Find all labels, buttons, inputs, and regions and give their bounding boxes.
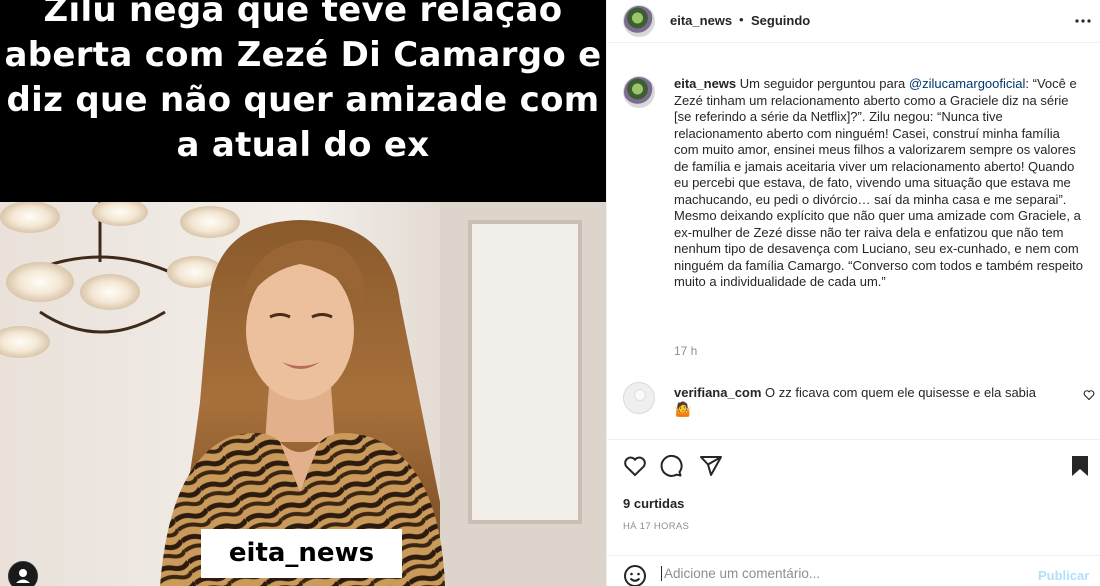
caption-text: : “Você e Zezé tinham um relacionamento … — [674, 76, 1083, 289]
comment-emoji: 🤷 — [674, 401, 692, 417]
bookmark-icon[interactable] — [1069, 454, 1091, 478]
add-comment-bar: Publicar — [607, 555, 1100, 586]
caption-author-avatar[interactable] — [623, 76, 655, 108]
header-separator: • — [739, 12, 744, 27]
comment-text: O zz ficava com quem ele quisesse e ela … — [761, 385, 1037, 400]
author-avatar[interactable] — [623, 5, 655, 37]
likes-count[interactable]: 9 curtidas — [623, 496, 684, 511]
comment-item: verifiana_com O zz ficava com quem ele q… — [674, 384, 1079, 401]
caption-timestamp[interactable]: 17 h — [674, 344, 697, 358]
comment-username[interactable]: verifiana_com — [674, 385, 761, 400]
watermark-label: eita_news — [201, 529, 402, 578]
post-side-panel: eita_news • Seguindo eita_news Um seguid… — [606, 0, 1100, 586]
more-horizontal-icon[interactable] — [1073, 13, 1093, 29]
share-icon[interactable] — [699, 454, 723, 478]
post-image-headline: Zilu nega que teve relação aberta com Ze… — [4, 0, 602, 165]
publish-button[interactable]: Publicar — [1038, 568, 1089, 583]
post-modal: Zilu nega que teve relação aberta com Ze… — [0, 0, 1100, 586]
heart-icon[interactable] — [623, 454, 647, 478]
emoji-icon[interactable] — [623, 564, 647, 586]
post-caption: eita_news Um seguidor perguntou para @zi… — [674, 76, 1084, 291]
comment-input[interactable] — [661, 566, 1021, 581]
tagged-user-icon[interactable] — [8, 561, 38, 586]
post-media[interactable]: Zilu nega que teve relação aberta com Ze… — [0, 0, 606, 586]
commenter-avatar[interactable] — [623, 382, 655, 414]
post-time-ago: HÁ 17 HORAS — [623, 521, 690, 532]
post-header: eita_news • Seguindo — [607, 0, 1100, 43]
follow-status-button[interactable]: Seguindo — [751, 13, 810, 28]
caption-text-before-mention: Um seguidor perguntou para — [736, 76, 909, 91]
author-username[interactable]: eita_news — [670, 13, 732, 28]
caption-mention-link[interactable]: @zilucamargooficial — [909, 76, 1026, 91]
comment-like-heart-icon[interactable] — [1083, 389, 1095, 401]
comment-icon[interactable] — [659, 454, 683, 478]
caption-username[interactable]: eita_news — [674, 76, 736, 91]
